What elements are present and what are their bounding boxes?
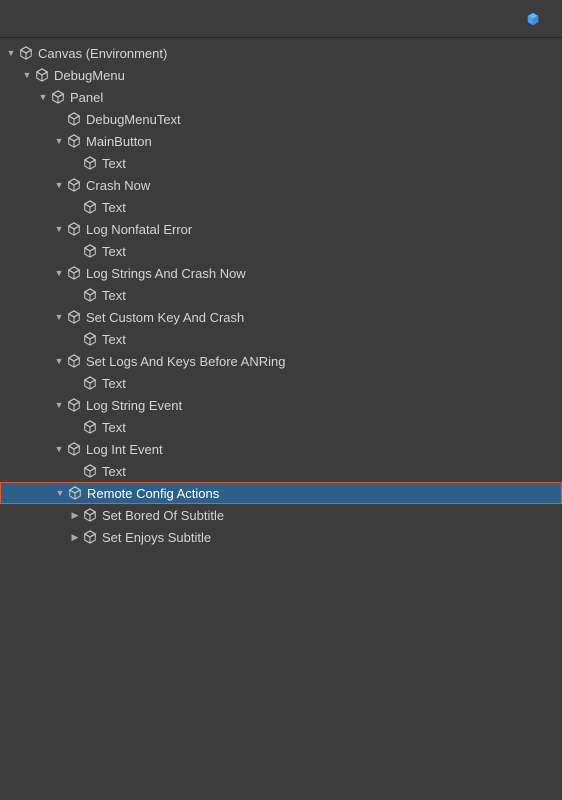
tree-arrow[interactable] [52, 398, 66, 412]
tree-arrow[interactable] [68, 156, 82, 170]
tree-arrow[interactable] [68, 530, 82, 544]
tree-item-set-custom-text[interactable]: Text [0, 328, 562, 350]
tree-item-set-logs-anr-text[interactable]: Text [0, 372, 562, 394]
tree-arrow[interactable] [68, 332, 82, 346]
tree-item-set-bored[interactable]: Set Bored Of Subtitle [0, 504, 562, 526]
cube-icon [66, 397, 82, 413]
tree-item-log-strings-text[interactable]: Text [0, 284, 562, 306]
header [0, 0, 562, 38]
tree-item-log-string-event[interactable]: Log String Event [0, 394, 562, 416]
tree-item-canvas[interactable]: Canvas (Environment) [0, 42, 562, 64]
header-cube-icon [526, 12, 540, 26]
tree-item-label: Text [102, 420, 126, 435]
cube-icon [66, 111, 82, 127]
tree-item-log-string-event-text[interactable]: Text [0, 416, 562, 438]
tree-arrow[interactable] [68, 288, 82, 302]
cube-icon [66, 309, 82, 325]
cube-icon [82, 331, 98, 347]
tree-item-remote-config[interactable]: Remote Config Actions [0, 482, 562, 504]
tree-item-label: Set Bored Of Subtitle [102, 508, 224, 523]
tree-arrow[interactable] [52, 310, 66, 324]
cube-icon [67, 485, 83, 501]
tree-item-label: Canvas (Environment) [38, 46, 167, 61]
tree-arrow[interactable] [52, 134, 66, 148]
cube-icon [66, 265, 82, 281]
cube-icon [82, 287, 98, 303]
tree-arrow[interactable] [68, 376, 82, 390]
hierarchy-panel: Canvas (Environment) DebugMenu Panel Deb… [0, 38, 562, 800]
tree-item-log-int-event-text[interactable]: Text [0, 460, 562, 482]
tree-arrow[interactable] [52, 112, 66, 126]
tree-item-label: Log Int Event [86, 442, 163, 457]
cube-icon [82, 199, 98, 215]
tree-arrow[interactable] [52, 178, 66, 192]
tree-arrow[interactable] [4, 46, 18, 60]
tree-item-label: Crash Now [86, 178, 150, 193]
tree-item-label: Text [102, 156, 126, 171]
tree-arrow[interactable] [68, 464, 82, 478]
tree-arrow[interactable] [20, 68, 34, 82]
tree-item-label: Text [102, 288, 126, 303]
tree-item-debugmenu[interactable]: DebugMenu [0, 64, 562, 86]
tree-item-label: Text [102, 376, 126, 391]
tree-item-set-enjoys[interactable]: Set Enjoys Subtitle [0, 526, 562, 548]
tree-item-label: Text [102, 464, 126, 479]
tree-item-label: DebugMenu [54, 68, 125, 83]
tree-item-label: MainButton [86, 134, 152, 149]
tree-item-log-strings[interactable]: Log Strings And Crash Now [0, 262, 562, 284]
tree-item-label: Panel [70, 90, 103, 105]
cube-icon [66, 441, 82, 457]
tree-arrow[interactable] [68, 200, 82, 214]
cube-icon [82, 155, 98, 171]
tree-item-label: Text [102, 200, 126, 215]
tree-arrow[interactable] [52, 222, 66, 236]
cube-icon [82, 419, 98, 435]
tree-item-panel[interactable]: Panel [0, 86, 562, 108]
tree-item-label: Log Strings And Crash Now [86, 266, 246, 281]
tree-item-mainbutton[interactable]: MainButton [0, 130, 562, 152]
cube-icon [82, 463, 98, 479]
tree-arrow[interactable] [52, 354, 66, 368]
cube-icon [82, 507, 98, 523]
cube-icon [50, 89, 66, 105]
tree-item-mainbutton-text[interactable]: Text [0, 152, 562, 174]
tree-arrow[interactable] [53, 486, 67, 500]
tree-arrow[interactable] [36, 90, 50, 104]
cube-icon [34, 67, 50, 83]
cube-icon [18, 45, 34, 61]
tree-item-label: Log String Event [86, 398, 182, 413]
tree-item-crash-now-text[interactable]: Text [0, 196, 562, 218]
header-title [526, 12, 548, 26]
cube-icon [66, 177, 82, 193]
cube-icon [82, 243, 98, 259]
tree-item-label: Log Nonfatal Error [86, 222, 192, 237]
tree-arrow[interactable] [68, 508, 82, 522]
cube-icon [82, 375, 98, 391]
cube-icon [66, 133, 82, 149]
tree-item-log-int-event[interactable]: Log Int Event [0, 438, 562, 460]
tree-item-label: Text [102, 332, 126, 347]
tree-item-label: Set Custom Key And Crash [86, 310, 244, 325]
tree-item-label: Set Enjoys Subtitle [102, 530, 211, 545]
tree-arrow[interactable] [68, 244, 82, 258]
tree-item-label: Set Logs And Keys Before ANRing [86, 354, 285, 369]
tree-arrow[interactable] [52, 442, 66, 456]
cube-icon [66, 353, 82, 369]
tree-item-label: DebugMenuText [86, 112, 181, 127]
cube-icon [66, 221, 82, 237]
tree-arrow[interactable] [68, 420, 82, 434]
tree-item-crash-now[interactable]: Crash Now [0, 174, 562, 196]
cube-icon [82, 529, 98, 545]
tree-item-log-nonfatal[interactable]: Log Nonfatal Error [0, 218, 562, 240]
tree-item-label: Text [102, 244, 126, 259]
tree-item-log-nonfatal-text[interactable]: Text [0, 240, 562, 262]
tree-item-debugmenutext[interactable]: DebugMenuText [0, 108, 562, 130]
tree-arrow[interactable] [52, 266, 66, 280]
tree-item-set-custom[interactable]: Set Custom Key And Crash [0, 306, 562, 328]
tree-item-set-logs-anr[interactable]: Set Logs And Keys Before ANRing [0, 350, 562, 372]
tree-item-label: Remote Config Actions [87, 486, 219, 501]
